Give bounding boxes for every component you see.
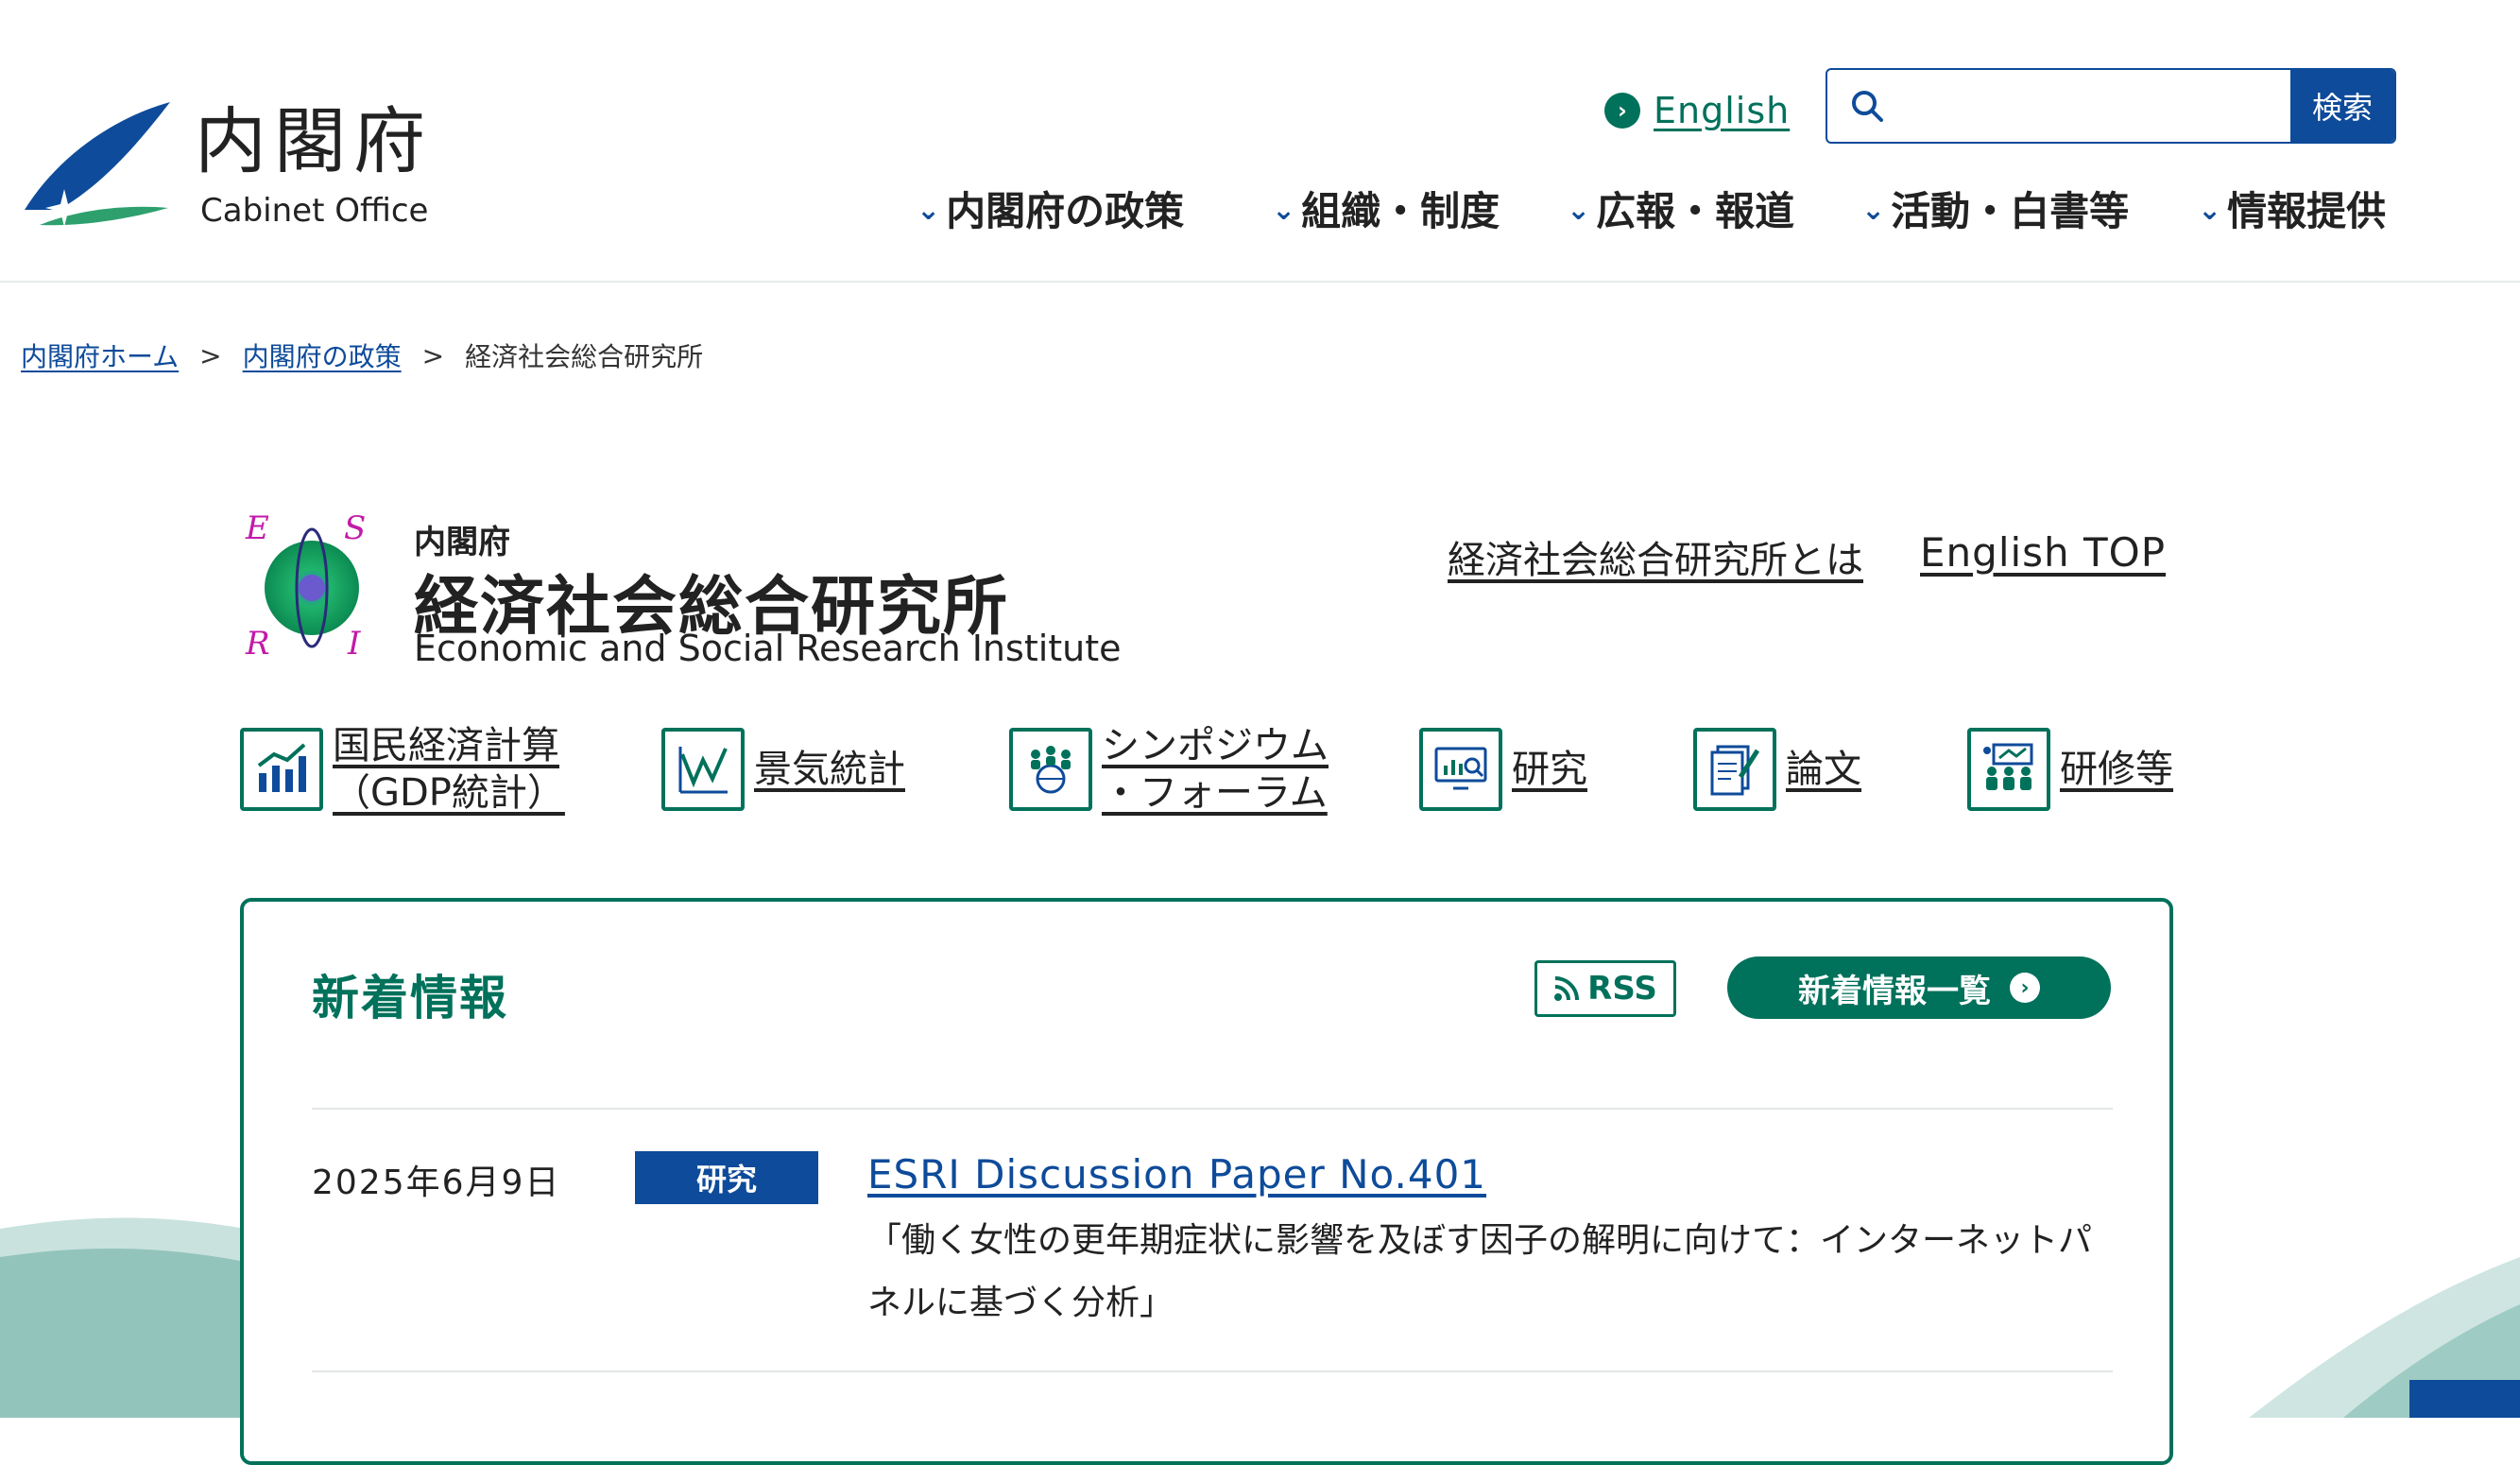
category-research[interactable]: 研究	[1419, 724, 1587, 815]
nav-item-pr[interactable]: ⌄ 広報・報道	[1567, 180, 1794, 237]
chevron-down-icon: ⌄	[1567, 194, 1591, 227]
rss-button[interactable]: RSS	[1534, 960, 1676, 1017]
news-title: 新着情報	[312, 971, 508, 1026]
bar-chart-icon	[240, 728, 323, 811]
nav-item-label: 組織・制度	[1301, 188, 1500, 234]
arrow-right-circle-icon: ›	[1604, 93, 1640, 129]
search-form: 検索	[1826, 68, 2396, 144]
category-label: 研修等	[2060, 748, 2173, 791]
news-title-link[interactable]: ESRI Discussion Paper No.401	[867, 1151, 1486, 1198]
global-nav: ⌄ 内閣府の政策 ⌄ 組織・制度 ⌄ 広報・報道 ⌄ 活動・白書等 ⌄ 情報提供	[0, 180, 2520, 236]
category-label: 研究	[1512, 748, 1587, 791]
esri-letter-i: I	[347, 625, 361, 662]
category-label: 国民経済計算 （GDP統計）	[333, 724, 565, 815]
all-news-button[interactable]: 新着情報一覧 ›	[1727, 957, 2111, 1019]
breadcrumb-current: 経済社会総合研究所	[465, 341, 704, 372]
esri-letter-s: S	[344, 510, 366, 547]
rss-label: RSS	[1587, 970, 1657, 1008]
rss-icon	[1554, 976, 1580, 1001]
search-button[interactable]: 検索	[2290, 70, 2394, 142]
english-top-link[interactable]: English TOP	[1920, 529, 2166, 576]
category-training[interactable]: 研修等	[1967, 724, 2173, 815]
esri-logo[interactable]: E S R I	[242, 510, 382, 662]
esri-english-name: Economic and Social Research Institute	[414, 628, 1122, 669]
news-panel: 新着情報 RSS 新着情報一覧 › 2025年6月9日 研究 ESRI Disc…	[240, 898, 2173, 1465]
chevron-down-icon: ⌄	[1861, 194, 1886, 227]
nav-item-activities[interactable]: ⌄ 活動・白書等	[1861, 180, 2129, 237]
category-gdp[interactable]: 国民経済計算 （GDP統計）	[240, 724, 565, 815]
arrow-right-circle-icon: ›	[2010, 973, 2040, 1003]
news-description: 「働く女性の更年期症状に影響を及ぼす因子の解明に向けて：インターネットパネルに基…	[867, 1221, 2093, 1322]
site-header: 内閣府 Cabinet Office › English 検索 ⌄ 内閣府の政策…	[0, 0, 2520, 283]
people-globe-icon	[1009, 728, 1092, 811]
nav-item-label: 情報提供	[2227, 188, 2387, 234]
line-chart-icon	[661, 728, 745, 811]
divider	[312, 1108, 2113, 1110]
monitor-analysis-icon	[1419, 728, 1502, 811]
chevron-down-icon: ⌄	[917, 194, 941, 227]
search-input[interactable]	[1907, 70, 2290, 142]
category-label: 論文	[1786, 748, 1861, 791]
chevron-down-icon: ⌄	[2198, 194, 2222, 227]
news-category-badge: 研究	[635, 1151, 818, 1204]
nav-item-label: 広報・報道	[1596, 188, 1795, 234]
category-papers[interactable]: 論文	[1693, 724, 1861, 815]
nav-item-label: 活動・白書等	[1891, 188, 2130, 234]
english-link-label: English	[1654, 90, 1791, 131]
esri-letter-e: E	[245, 510, 269, 547]
logo-title[interactable]: 内閣府	[195, 106, 433, 178]
nav-item-label: 内閣府の政策	[946, 188, 1185, 234]
nav-item-organization[interactable]: ⌄ 組織・制度	[1272, 180, 1500, 237]
breadcrumb-home-link[interactable]: 内閣府ホーム	[21, 336, 179, 374]
document-pen-icon	[1693, 728, 1776, 811]
divider	[312, 1370, 2113, 1372]
all-news-label: 新着情報一覧	[1798, 972, 1991, 1010]
breadcrumb-policy-link[interactable]: 内閣府の政策	[243, 336, 402, 374]
category-business-statistics[interactable]: 景気統計	[661, 724, 905, 815]
training-icon	[1967, 728, 2050, 811]
about-esri-link[interactable]: 経済社会総合研究所とは	[1448, 529, 1863, 584]
category-label: シンポジウム ・フォーラム	[1102, 724, 1329, 815]
nav-item-policy[interactable]: ⌄ 内閣府の政策	[917, 180, 1184, 237]
search-icon	[1827, 70, 1907, 142]
chevron-down-icon: ⌄	[1272, 194, 1296, 227]
category-symposium[interactable]: シンポジウム ・フォーラム	[1009, 724, 1329, 815]
news-date: 2025年6月9日	[312, 1163, 561, 1202]
english-language-link[interactable]: › English	[1604, 89, 1790, 132]
breadcrumb-separator: >	[421, 339, 445, 371]
category-label: 景気統計	[754, 748, 905, 791]
esri-letter-r: R	[245, 625, 270, 662]
breadcrumb-separator: >	[199, 339, 222, 371]
breadcrumb: 内閣府ホーム > 内閣府の政策 > 経済社会総合研究所	[21, 336, 703, 374]
nav-item-information[interactable]: ⌄ 情報提供	[2198, 180, 2386, 237]
